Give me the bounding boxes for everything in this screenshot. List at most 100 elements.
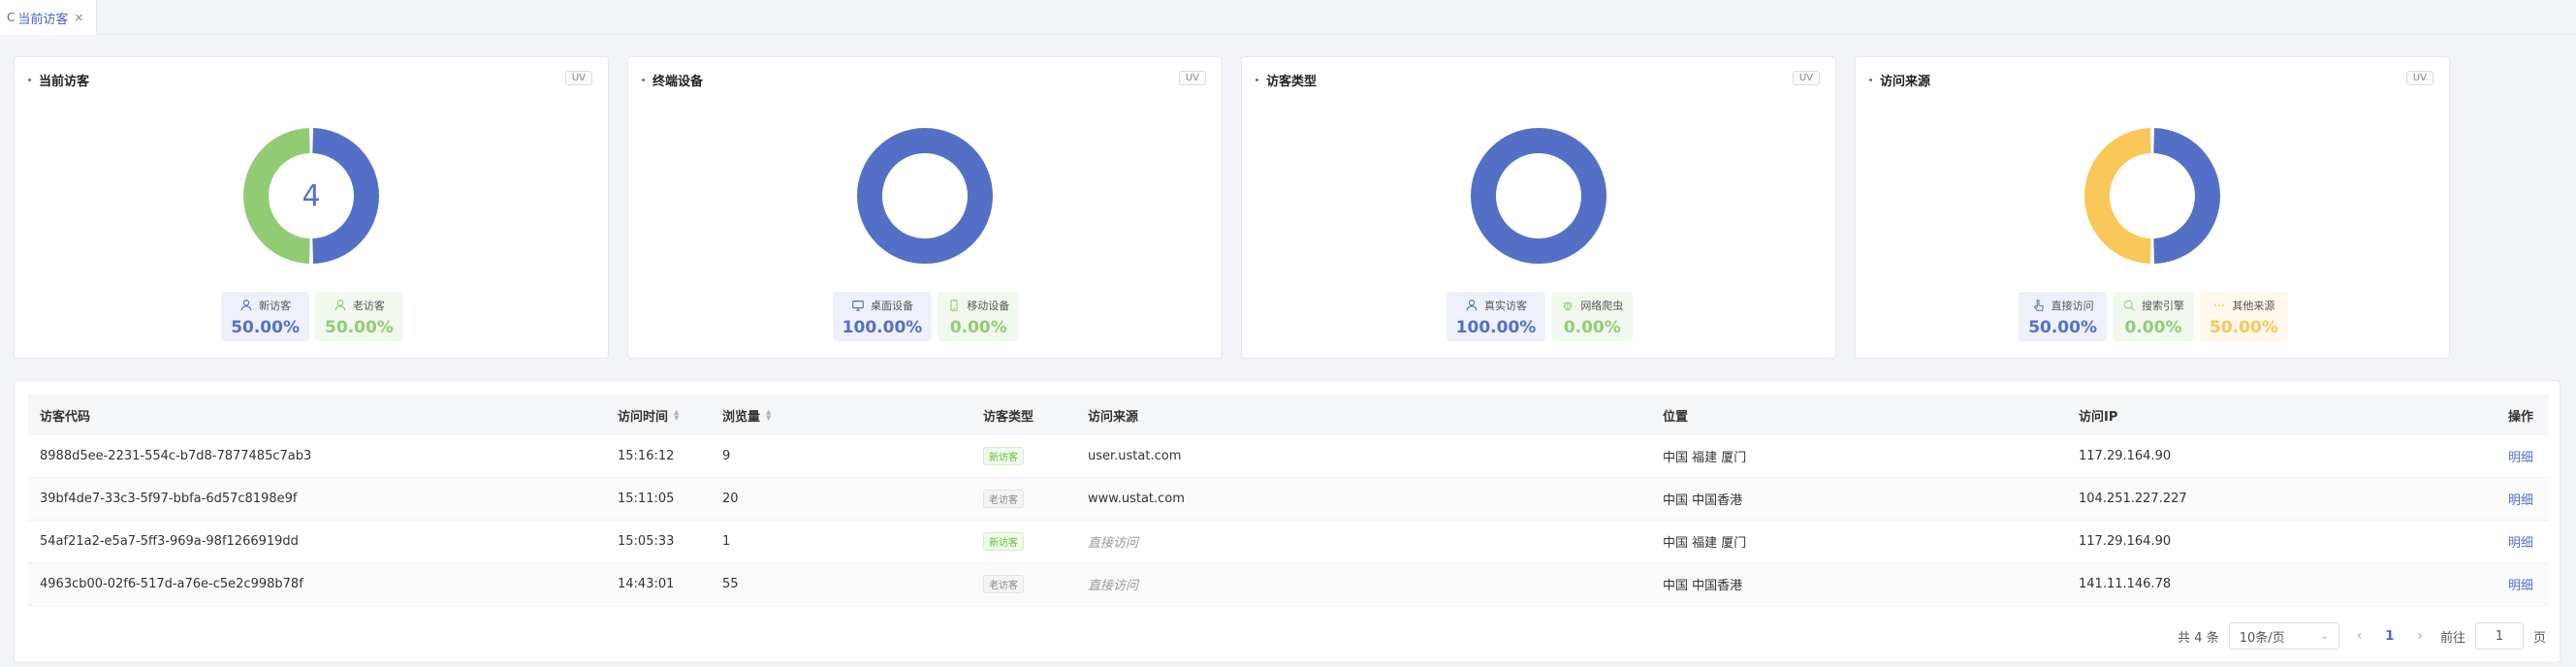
visitor-table: 访客代码 访问时间 ▲ ▼ 浏览量 ▲ ▼ 访客类型 访问来源 位置 访问IP 操作 8988d5ee… — [28, 395, 2549, 606]
page-number[interactable]: 1 — [2379, 629, 2400, 644]
cell-code: 8988d5ee-2231-554c-b7d8-7877485c7ab3 — [40, 449, 312, 463]
legend-value: 50.00% — [2210, 318, 2278, 337]
legend-label: 真实访客 — [1483, 300, 1527, 312]
legend-label: 移动设备 — [967, 300, 1010, 312]
cell-ip: 104.251.227.227 — [2079, 492, 2187, 506]
legend-item[interactable]: 真实访客 100.00% — [1446, 292, 1546, 341]
detail-link[interactable]: 明细 — [2508, 532, 2533, 551]
stat-card: 终端设备 UV 桌面设备 100.00% 移动设备 0.00% — [627, 56, 1223, 359]
detail-link[interactable]: 明细 — [2508, 447, 2533, 465]
legend-item[interactable]: 网络爬虫 0.00% — [1551, 292, 1634, 341]
legend-label: 桌面设备 — [870, 300, 913, 312]
detail-link[interactable]: 明细 — [2508, 490, 2533, 508]
sort-icon[interactable]: ▲ ▼ — [674, 409, 679, 422]
uv-badge: UV — [564, 71, 592, 85]
column-header[interactable]: 浏览量 ▲ ▼ — [722, 395, 771, 435]
cell-views: 1 — [722, 534, 731, 549]
cell-time: 14:43:01 — [618, 577, 675, 591]
cell-code: 54af21a2-e5a7-5ff3-969a-98f1266919dd — [40, 534, 299, 549]
legend: 新访客 50.00% 老访客 50.00% — [15, 292, 610, 341]
column-header: 访问来源 — [1088, 409, 1139, 425]
cell-location: 中国 中国香港 — [1663, 579, 1743, 593]
legend-value: 0.00% — [2124, 318, 2182, 337]
legend-label: 网络爬虫 — [1580, 300, 1624, 312]
column-header: 位置 — [1663, 409, 1689, 425]
cell-ip: 117.29.164.90 — [2079, 534, 2172, 549]
legend-item[interactable]: 桌面设备 100.00% — [832, 292, 933, 341]
column-header: 访客类型 — [983, 409, 1034, 425]
visitor-type-tag: 新访客 — [983, 532, 1024, 551]
detail-link[interactable]: 明细 — [2508, 575, 2533, 593]
cell-location: 中国 福建 厦门 — [1663, 451, 1747, 465]
legend-value: 0.00% — [1563, 318, 1621, 337]
prev-page-icon[interactable]: ‹ — [2349, 628, 2370, 644]
refresh-icon: C — [7, 11, 16, 24]
source-text: user.ustat.com — [1088, 449, 1182, 463]
source-text: www.ustat.com — [1088, 492, 1185, 506]
legend: 桌面设备 100.00% 移动设备 0.00% — [628, 292, 1224, 341]
cell-code: 39bf4de7-33c3-5f97-bbfa-6d57c8198e9f — [40, 492, 298, 506]
cell-ip: 117.29.164.90 — [2079, 449, 2172, 463]
cell-time: 15:05:33 — [618, 534, 675, 549]
card-title: 当前访客 — [28, 71, 89, 89]
cell-time: 15:16:12 — [618, 449, 675, 463]
stat-card: 访问来源 UV 直接访问 50.00% 搜索引擎 0.00% 其他来源 50.0… — [1855, 56, 2450, 359]
legend-item[interactable]: 搜索引擎 0.00% — [2113, 292, 2194, 341]
column-header[interactable]: 访问时间 ▲ ▼ — [618, 395, 679, 435]
uv-badge: UV — [1178, 71, 1206, 85]
legend-item[interactable]: 其他来源 50.00% — [2200, 292, 2288, 341]
donut-center-value — [856, 127, 994, 265]
donut-center-value — [2083, 127, 2221, 265]
donut-center-value — [1470, 127, 1607, 265]
card-title: 访问来源 — [1869, 71, 1930, 89]
more-icon — [2214, 303, 2225, 307]
legend-value: 50.00% — [325, 318, 394, 337]
source-text: 直接访问 — [1088, 536, 1139, 551]
cell-location: 中国 中国香港 — [1663, 493, 1743, 508]
cell-location: 中国 福建 厦门 — [1663, 536, 1747, 551]
pagination: 共 4 条 10条/页 ⌄ ‹ 1 › 前往 1 页 — [2178, 621, 2546, 651]
legend-value: 50.00% — [2028, 318, 2097, 337]
card-title: 终端设备 — [642, 71, 703, 89]
page-unit-label: 页 — [2532, 630, 2546, 646]
cell-views: 55 — [722, 577, 739, 591]
legend-item[interactable]: 直接访问 50.00% — [2019, 292, 2107, 341]
total-count: 共 4 条 — [2178, 630, 2219, 646]
uv-badge: UV — [2405, 71, 2433, 85]
legend-item[interactable]: 移动设备 0.00% — [938, 292, 1020, 341]
stat-card: 访客类型 UV 真实访客 100.00% 网络爬虫 0.00% — [1241, 56, 1836, 359]
donut-center-value: 4 — [302, 178, 321, 213]
column-header: 操作 — [2508, 409, 2534, 425]
user-icon — [240, 300, 252, 311]
goto-label: 前往 — [2439, 630, 2465, 646]
legend-label: 新访客 — [259, 300, 292, 312]
tab-current-visitors[interactable]: C 当前访客 × — [0, 0, 97, 35]
visitor-type-tag: 老访客 — [983, 575, 1024, 593]
page-size-select[interactable]: 10条/页 ⌄ — [2228, 622, 2339, 650]
legend-value: 100.00% — [1455, 318, 1537, 337]
legend-value: 0.00% — [949, 318, 1007, 337]
close-icon[interactable]: × — [74, 11, 83, 24]
legend-item[interactable]: 老访客 50.00% — [315, 292, 403, 341]
column-header: 访客代码 — [40, 409, 91, 425]
visitor-table-card: 访客代码 访问时间 ▲ ▼ 浏览量 ▲ ▼ 访客类型 访问来源 位置 访问IP 操作 8988d5ee… — [14, 380, 2560, 663]
legend-value: 50.00% — [231, 318, 300, 337]
sort-icon[interactable]: ▲ ▼ — [766, 409, 771, 422]
search-icon — [2123, 300, 2135, 311]
table-row: 39bf4de7-33c3-5f97-bbfa-6d57c8198e9f 15:1… — [28, 478, 2549, 521]
cell-code: 4963cb00-02f6-517d-a76e-c5e2c998b78f — [40, 577, 303, 591]
uv-badge: UV — [1792, 71, 1820, 85]
cell-views: 20 — [722, 492, 739, 506]
goto-page-input[interactable]: 1 — [2474, 622, 2524, 650]
table-row: 4963cb00-02f6-517d-a76e-c5e2c998b78f 14:4… — [28, 563, 2549, 606]
legend-value: 100.00% — [842, 318, 923, 337]
cell-views: 9 — [722, 449, 731, 463]
legend-item[interactable]: 新访客 50.00% — [221, 292, 309, 341]
chevron-down-icon: ⌄ — [2320, 630, 2329, 642]
legend: 真实访客 100.00% 网络爬虫 0.00% — [1242, 292, 1837, 341]
table-row: 8988d5ee-2231-554c-b7d8-7877485c7ab3 15:1… — [28, 435, 2549, 478]
next-page-icon[interactable]: › — [2409, 628, 2431, 644]
legend-label: 直接访问 — [2051, 300, 2094, 312]
visitor-type-tag: 新访客 — [983, 447, 1024, 465]
pointer-icon — [2033, 300, 2044, 311]
